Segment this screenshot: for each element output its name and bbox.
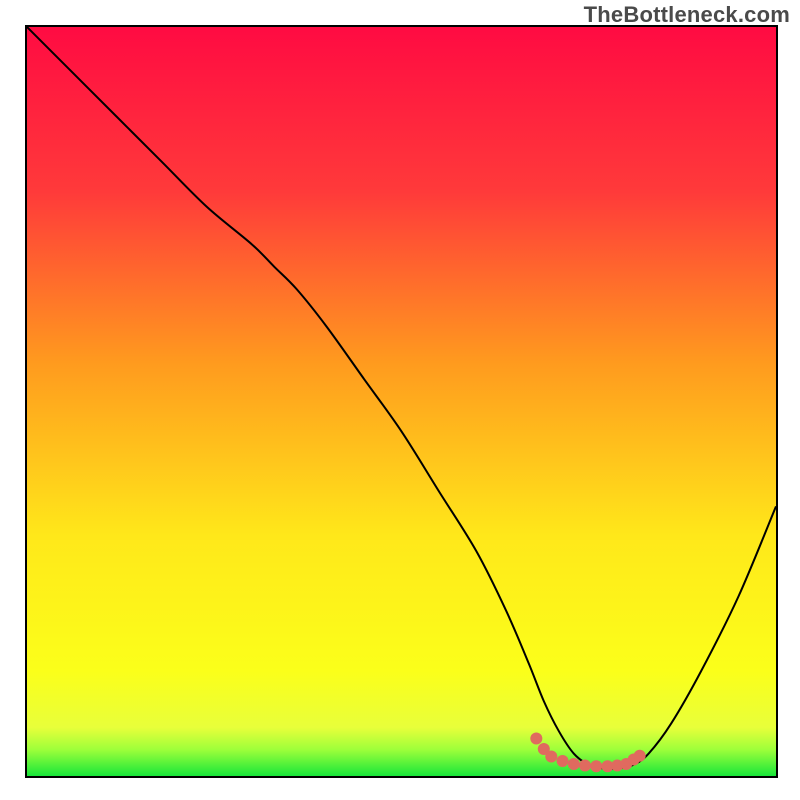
optimal-dot [579,760,591,772]
optimal-dot [545,751,557,763]
curve-layer [27,27,776,776]
optimal-dot [634,750,646,762]
chart-stage: TheBottleneck.com [0,0,800,800]
plot-area [25,25,778,778]
optimal-dot [590,760,602,772]
optimal-dot [530,733,542,745]
optimal-zone-dots [530,733,645,773]
optimal-dot [568,758,580,770]
optimal-dot [557,755,569,767]
bottleneck-curve [27,27,776,769]
